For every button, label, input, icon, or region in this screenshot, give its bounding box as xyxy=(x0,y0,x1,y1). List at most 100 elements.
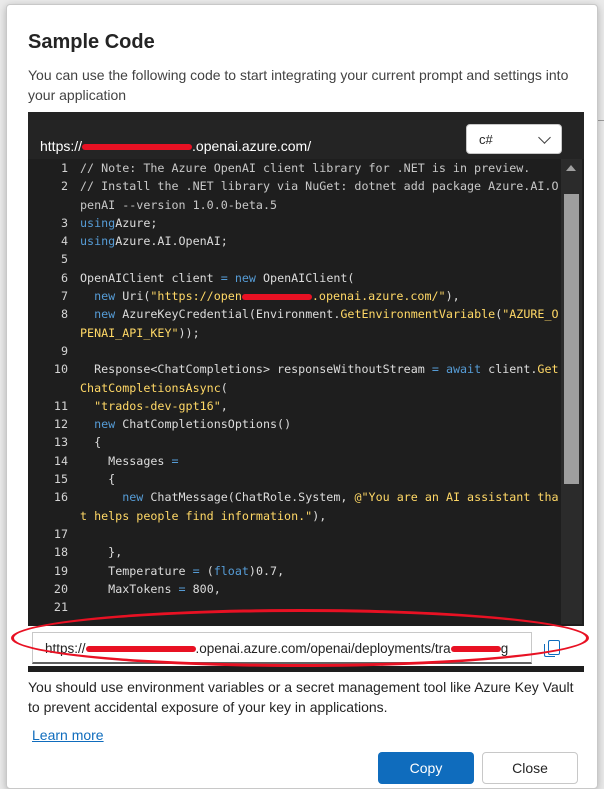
line-number: 19 xyxy=(53,563,68,578)
code-token: }, xyxy=(80,545,123,560)
copy-icon xyxy=(544,640,560,657)
code-token: 800, xyxy=(185,581,221,596)
url-prefix: https:// xyxy=(45,641,86,656)
code-line: 4 usingAzure.AI.OpenAI; xyxy=(28,232,560,250)
redaction-mark xyxy=(450,646,501,653)
security-note: You should use environment variables or … xyxy=(28,679,574,715)
chevron-down-icon xyxy=(538,131,551,144)
code-token: OpenAIClient client xyxy=(80,270,221,285)
dialog-description: You can use the following code to start … xyxy=(28,67,569,103)
code-token: Messages xyxy=(80,453,172,468)
code-line: 13 { xyxy=(28,433,560,451)
code-token: = xyxy=(220,270,228,285)
code-token: ), xyxy=(312,508,327,523)
code-line: 7 new Uri("https://open .openai.azure.com… xyxy=(28,287,560,305)
code-editor[interactable]: 1 // Note: The Azure OpenAI client librar… xyxy=(28,159,560,624)
background-divider xyxy=(597,120,604,121)
line-number: 21 xyxy=(53,600,68,615)
copy-url-button[interactable] xyxy=(536,632,572,664)
url-row: https:// .openai.azure.com/openai/deploym… xyxy=(28,626,584,666)
code-token: = xyxy=(192,563,200,578)
code-token: "https://open xyxy=(150,289,242,304)
line-number: 18 xyxy=(53,545,68,560)
code-token: = xyxy=(431,362,439,377)
code-token: .openai.azure.com/" xyxy=(311,289,446,304)
language-dropdown[interactable]: c# xyxy=(466,124,562,154)
code-line: 21 xyxy=(28,598,560,616)
code-token: using xyxy=(80,215,116,230)
code-line: 5 xyxy=(28,250,560,268)
code-token: )0.7, xyxy=(248,563,285,578)
endpoint-label: https:// .openai.azure.com/ xyxy=(40,138,311,154)
code-token: Azure.AI.OpenAI; xyxy=(115,234,228,249)
copy-button[interactable]: Copy xyxy=(378,752,474,784)
code-scrollbar[interactable] xyxy=(561,159,582,624)
code-line: 2 // Install the .NET library via NuGet: … xyxy=(28,177,560,214)
line-number: 5 xyxy=(60,252,68,267)
line-number: 11 xyxy=(53,398,68,413)
learn-more-link[interactable]: Learn more xyxy=(32,727,104,743)
code-token: , xyxy=(220,398,228,413)
endpoint-url-field[interactable]: https:// .openai.azure.com/openai/deploym… xyxy=(32,632,532,664)
line-number: 17 xyxy=(53,526,68,541)
code-line: 12 new ChatCompletionsOptions() xyxy=(28,415,560,433)
code-token: GetEnvironmentVariable xyxy=(340,307,496,322)
code-line: 11 "trados-dev-gpt16", xyxy=(28,397,560,415)
language-value: c# xyxy=(479,132,493,147)
code-line: 6 OpenAIClient client = new OpenAIClient( xyxy=(28,269,560,287)
code-token: Azure; xyxy=(115,215,158,230)
code-token: float xyxy=(213,563,249,578)
code-token: // Install the .NET library via NuGet: d… xyxy=(80,179,559,212)
line-number: 1 xyxy=(60,161,68,175)
redaction-mark xyxy=(85,646,196,653)
code-token: = xyxy=(178,581,186,596)
code-token: ChatMessage(ChatRole.System, xyxy=(143,490,355,505)
code-line: 18 }, xyxy=(28,543,560,561)
code-token: // Note: The Azure OpenAI client library… xyxy=(80,161,531,175)
code-line: 19 Temperature = (float)0.7, xyxy=(28,562,560,580)
code-line: 3 usingAzure; xyxy=(28,214,560,232)
line-number: 14 xyxy=(53,453,68,468)
endpoint-url-text: https:// .openai.azure.com/openai/deploym… xyxy=(45,641,508,656)
code-token: ( xyxy=(199,563,214,578)
code-token: { xyxy=(80,435,102,450)
line-number: 15 xyxy=(53,472,68,487)
code-line: 16 new ChatMessage(ChatRole.System, @"Yo… xyxy=(28,488,560,525)
code-token: client. xyxy=(481,362,538,377)
code-token: using xyxy=(80,234,116,249)
line-number: 20 xyxy=(53,581,68,596)
code-line: 17 xyxy=(28,525,560,543)
code-token: ChatCompletionsOptions() xyxy=(115,417,292,432)
code-token: Response<ChatCompletions> responseWithou… xyxy=(80,362,432,377)
code-panel: https:// .openai.azure.com/ c# 1 // Note: … xyxy=(28,112,584,672)
url-middle: .openai.azure.com/openai/deployments/tra xyxy=(195,641,451,656)
code-token: new xyxy=(122,490,144,505)
endpoint-suffix: .openai.azure.com/ xyxy=(192,138,312,154)
endpoint-prefix: https:// xyxy=(40,138,83,154)
code-token: OpenAIClient( xyxy=(255,270,355,285)
redaction-mark xyxy=(82,144,193,151)
code-token: MaxTokens xyxy=(80,581,179,596)
code-line: 9 xyxy=(28,342,560,360)
code-token: { xyxy=(80,472,116,487)
close-button[interactable]: Close xyxy=(482,752,578,784)
line-number: 13 xyxy=(53,435,68,450)
scrollbar-thumb[interactable] xyxy=(564,194,579,484)
code-token: "trados-dev-gpt16" xyxy=(94,398,221,413)
line-number: 9 xyxy=(60,343,68,358)
scroll-up-arrow-icon[interactable] xyxy=(566,165,576,171)
line-number: 6 xyxy=(60,270,68,285)
code-token: )); xyxy=(178,325,200,340)
code-token: AzureKeyCredential(Environment. xyxy=(115,307,341,322)
code-line: 1 // Note: The Azure OpenAI client librar… xyxy=(28,159,560,177)
sample-code-dialog: Sample Code You can use the following co… xyxy=(6,4,598,789)
code-token: new xyxy=(94,307,116,322)
code-token: Uri( xyxy=(115,289,151,304)
